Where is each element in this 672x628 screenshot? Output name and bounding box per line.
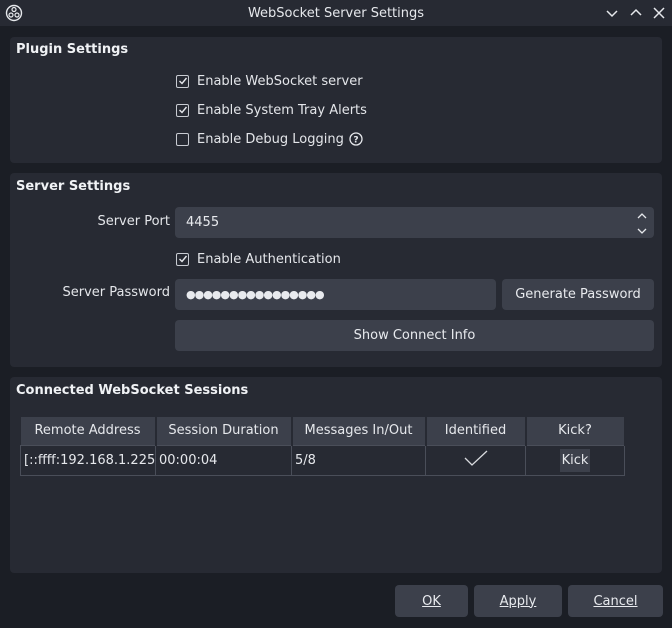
checkbox-unchecked-icon[interactable] <box>176 132 189 146</box>
sessions-title: Connected WebSocket Sessions <box>16 383 249 398</box>
checkbox-label: Enable Authentication <box>197 251 341 267</box>
cancel-label: Cancel <box>593 593 638 609</box>
checkbox-checked-icon[interactable] <box>176 103 189 117</box>
table-row[interactable]: [::ffff:192.168.1.225… 00:00:04 5/8 Kick <box>20 444 625 476</box>
column-header[interactable]: Remote Address <box>20 417 157 445</box>
checkbox-checked-icon[interactable] <box>176 252 189 266</box>
spin-up-button[interactable] <box>630 208 654 224</box>
plugin-settings-group: Plugin Settings Enable WebSocket server … <box>10 37 662 163</box>
column-header[interactable]: Session Duration <box>155 417 293 445</box>
checkbox-label: Enable WebSocket server <box>197 73 363 89</box>
plugin-settings-title: Plugin Settings <box>16 42 129 57</box>
kick-button[interactable]: Kick <box>559 448 591 472</box>
remote-address-cell: [::ffff:192.168.1.225… <box>20 444 156 476</box>
sessions-group: Connected WebSocket Sessions Remote Addr… <box>10 377 662 573</box>
column-header[interactable]: Kick? <box>525 417 626 445</box>
server-port-value: 4455 <box>186 215 220 230</box>
server-password-value: ●●●●●●●●●●●●●●●● <box>186 288 325 301</box>
cancel-button[interactable]: Cancel <box>568 585 663 617</box>
enable-debug-logging-checkbox[interactable]: Enable Debug Logging ? <box>176 130 363 148</box>
sessions-table: Remote Address Session Duration Messages… <box>20 417 626 476</box>
maximize-icon[interactable] <box>628 5 644 21</box>
window-title: WebSocket Server Settings <box>247 5 425 21</box>
enable-websocket-server-checkbox[interactable]: Enable WebSocket server <box>176 72 363 90</box>
chevron-down-icon <box>637 228 647 234</box>
apply-button[interactable]: Apply <box>474 585 562 617</box>
server-settings-title: Server Settings <box>16 179 131 194</box>
kick-cell: Kick <box>525 444 625 476</box>
table-header-row: Remote Address Session Duration Messages… <box>20 417 626 445</box>
show-connect-info-label: Show Connect Info <box>353 328 476 343</box>
server-password-input[interactable]: ●●●●●●●●●●●●●●●● <box>175 279 496 310</box>
apply-label: Apply <box>499 593 537 609</box>
svg-text:?: ? <box>353 136 358 146</box>
checkbox-checked-icon[interactable] <box>176 74 189 88</box>
checkbox-label: Enable System Tray Alerts <box>197 102 367 118</box>
column-header[interactable]: Messages In/Out <box>291 417 427 445</box>
chevron-up-icon <box>637 213 647 219</box>
server-settings-group: Server Settings Server Port 4455 Enable … <box>10 173 662 367</box>
obs-logo-icon <box>5 4 23 22</box>
server-port-input[interactable]: 4455 <box>175 207 654 238</box>
column-header[interactable]: Identified <box>425 417 527 445</box>
help-icon[interactable]: ? <box>349 132 363 146</box>
checkmark-icon <box>464 450 487 466</box>
enable-system-tray-alerts-checkbox[interactable]: Enable System Tray Alerts <box>176 101 367 119</box>
show-connect-info-button[interactable]: Show Connect Info <box>175 320 654 351</box>
ok-button[interactable]: OK <box>395 585 468 617</box>
ok-label: OK <box>422 593 441 609</box>
generate-password-button[interactable]: Generate Password <box>502 279 654 310</box>
server-password-label: Server Password <box>62 285 171 300</box>
title-bar: WebSocket Server Settings <box>0 0 672 26</box>
session-duration-cell: 00:00:04 <box>155 444 292 476</box>
server-port-label: Server Port <box>97 214 170 229</box>
close-icon[interactable] <box>651 5 667 21</box>
minimize-icon[interactable] <box>604 5 620 21</box>
spin-down-button[interactable] <box>630 223 654 239</box>
enable-authentication-checkbox[interactable]: Enable Authentication <box>176 250 341 268</box>
checkbox-label: Enable Debug Logging <box>197 131 344 147</box>
messages-cell: 5/8 <box>291 444 426 476</box>
generate-password-label: Generate Password <box>515 287 641 302</box>
identified-cell <box>425 444 526 476</box>
